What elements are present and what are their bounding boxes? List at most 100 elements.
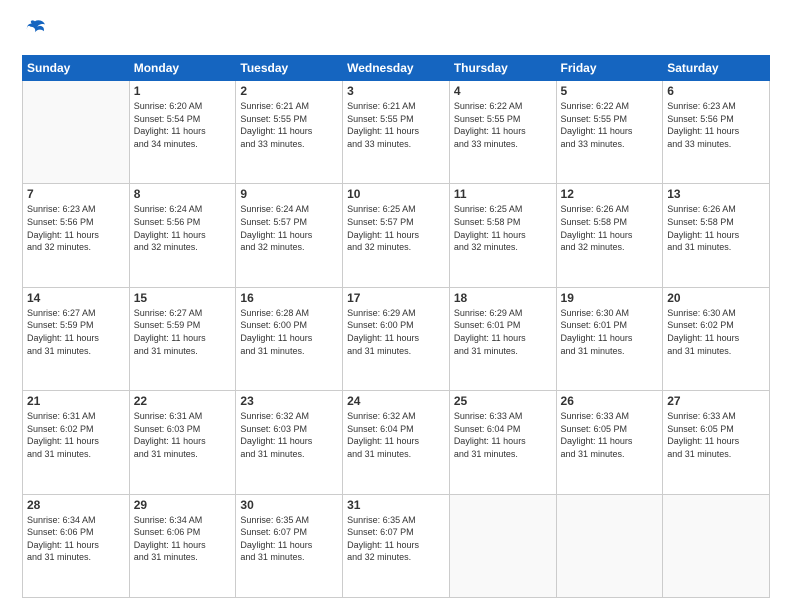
week-row-2: 14 Sunrise: 6:27 AMSunset: 5:59 PMDayligh… bbox=[23, 287, 770, 390]
calendar-cell: 16 Sunrise: 6:28 AMSunset: 6:00 PMDayligh… bbox=[236, 287, 343, 390]
calendar-cell: 5 Sunrise: 6:22 AMSunset: 5:55 PMDaylight… bbox=[556, 81, 663, 184]
calendar-cell: 29 Sunrise: 6:34 AMSunset: 6:06 PMDayligh… bbox=[129, 494, 236, 597]
day-number: 28 bbox=[27, 498, 125, 512]
weekday-header-sunday: Sunday bbox=[23, 56, 130, 81]
calendar-cell: 10Sunrise: 6:25 AMSunset: 5:57 PMDayligh… bbox=[343, 184, 450, 287]
calendar-cell: 1 Sunrise: 6:20 AMSunset: 5:54 PMDaylight… bbox=[129, 81, 236, 184]
header bbox=[22, 18, 770, 45]
calendar-cell: 7Sunrise: 6:23 AMSunset: 5:56 PMDaylight… bbox=[23, 184, 130, 287]
logo-bird-icon bbox=[24, 18, 46, 40]
weekday-header-wednesday: Wednesday bbox=[343, 56, 450, 81]
week-row-4: 28 Sunrise: 6:34 AMSunset: 6:06 PMDayligh… bbox=[23, 494, 770, 597]
day-info: Sunrise: 6:22 AMSunset: 5:55 PMDaylight:… bbox=[561, 100, 659, 150]
calendar-cell: 6 Sunrise: 6:23 AMSunset: 5:56 PMDaylight… bbox=[663, 81, 770, 184]
day-info: Sunrise: 6:26 AMSunset: 5:58 PMDaylight:… bbox=[667, 203, 765, 253]
day-number: 14 bbox=[27, 291, 125, 305]
calendar-cell: 13 Sunrise: 6:26 AMSunset: 5:58 PMDayligh… bbox=[663, 184, 770, 287]
day-number: 26 bbox=[561, 394, 659, 408]
day-info: Sunrise: 6:21 AMSunset: 5:55 PMDaylight:… bbox=[347, 100, 445, 150]
day-number: 16 bbox=[240, 291, 338, 305]
day-number: 29 bbox=[134, 498, 232, 512]
calendar-cell: 30 Sunrise: 6:35 AMSunset: 6:07 PMDayligh… bbox=[236, 494, 343, 597]
day-number: 22 bbox=[134, 394, 232, 408]
calendar-cell: 9Sunrise: 6:24 AMSunset: 5:57 PMDaylight… bbox=[236, 184, 343, 287]
calendar-cell: 19 Sunrise: 6:30 AMSunset: 6:01 PMDayligh… bbox=[556, 287, 663, 390]
day-info: Sunrise: 6:32 AMSunset: 6:04 PMDaylight:… bbox=[347, 410, 445, 460]
calendar-cell: 23 Sunrise: 6:32 AMSunset: 6:03 PMDayligh… bbox=[236, 391, 343, 494]
day-number: 18 bbox=[454, 291, 552, 305]
calendar-cell: 25 Sunrise: 6:33 AMSunset: 6:04 PMDayligh… bbox=[449, 391, 556, 494]
day-info: Sunrise: 6:33 AMSunset: 6:04 PMDaylight:… bbox=[454, 410, 552, 460]
day-info: Sunrise: 6:22 AMSunset: 5:55 PMDaylight:… bbox=[454, 100, 552, 150]
day-number: 1 bbox=[134, 84, 232, 98]
day-info: Sunrise: 6:29 AMSunset: 6:00 PMDaylight:… bbox=[347, 307, 445, 357]
calendar-cell: 20Sunrise: 6:30 AMSunset: 6:02 PMDayligh… bbox=[663, 287, 770, 390]
day-info: Sunrise: 6:23 AMSunset: 5:56 PMDaylight:… bbox=[667, 100, 765, 150]
day-info: Sunrise: 6:27 AMSunset: 5:59 PMDaylight:… bbox=[134, 307, 232, 357]
calendar-cell: 24 Sunrise: 6:32 AMSunset: 6:04 PMDayligh… bbox=[343, 391, 450, 494]
day-info: Sunrise: 6:21 AMSunset: 5:55 PMDaylight:… bbox=[240, 100, 338, 150]
calendar-cell: 26 Sunrise: 6:33 AMSunset: 6:05 PMDayligh… bbox=[556, 391, 663, 494]
weekday-header-monday: Monday bbox=[129, 56, 236, 81]
day-number: 7 bbox=[27, 187, 125, 201]
day-info: Sunrise: 6:30 AMSunset: 6:01 PMDaylight:… bbox=[561, 307, 659, 357]
day-number: 15 bbox=[134, 291, 232, 305]
day-number: 5 bbox=[561, 84, 659, 98]
day-number: 13 bbox=[667, 187, 765, 201]
logo bbox=[22, 18, 46, 45]
day-number: 21 bbox=[27, 394, 125, 408]
calendar-cell: 14 Sunrise: 6:27 AMSunset: 5:59 PMDayligh… bbox=[23, 287, 130, 390]
calendar-cell bbox=[449, 494, 556, 597]
calendar-cell: 11 Sunrise: 6:25 AMSunset: 5:58 PMDayligh… bbox=[449, 184, 556, 287]
day-info: Sunrise: 6:26 AMSunset: 5:58 PMDaylight:… bbox=[561, 203, 659, 253]
weekday-header-tuesday: Tuesday bbox=[236, 56, 343, 81]
calendar-cell: 27 Sunrise: 6:33 AMSunset: 6:05 PMDayligh… bbox=[663, 391, 770, 494]
weekday-header-friday: Friday bbox=[556, 56, 663, 81]
day-info: Sunrise: 6:32 AMSunset: 6:03 PMDaylight:… bbox=[240, 410, 338, 460]
day-info: Sunrise: 6:31 AMSunset: 6:03 PMDaylight:… bbox=[134, 410, 232, 460]
day-info: Sunrise: 6:25 AMSunset: 5:58 PMDaylight:… bbox=[454, 203, 552, 253]
day-info: Sunrise: 6:27 AMSunset: 5:59 PMDaylight:… bbox=[27, 307, 125, 357]
calendar-cell: 3 Sunrise: 6:21 AMSunset: 5:55 PMDaylight… bbox=[343, 81, 450, 184]
day-number: 24 bbox=[347, 394, 445, 408]
day-info: Sunrise: 6:31 AMSunset: 6:02 PMDaylight:… bbox=[27, 410, 125, 460]
calendar-cell: 8 Sunrise: 6:24 AMSunset: 5:56 PMDaylight… bbox=[129, 184, 236, 287]
day-number: 23 bbox=[240, 394, 338, 408]
day-info: Sunrise: 6:33 AMSunset: 6:05 PMDaylight:… bbox=[667, 410, 765, 460]
day-info: Sunrise: 6:29 AMSunset: 6:01 PMDaylight:… bbox=[454, 307, 552, 357]
calendar-cell: 18 Sunrise: 6:29 AMSunset: 6:01 PMDayligh… bbox=[449, 287, 556, 390]
day-info: Sunrise: 6:35 AMSunset: 6:07 PMDaylight:… bbox=[347, 514, 445, 564]
day-info: Sunrise: 6:25 AMSunset: 5:57 PMDaylight:… bbox=[347, 203, 445, 253]
day-info: Sunrise: 6:28 AMSunset: 6:00 PMDaylight:… bbox=[240, 307, 338, 357]
day-number: 17 bbox=[347, 291, 445, 305]
day-info: Sunrise: 6:30 AMSunset: 6:02 PMDaylight:… bbox=[667, 307, 765, 357]
calendar-cell bbox=[23, 81, 130, 184]
calendar-cell: 31 Sunrise: 6:35 AMSunset: 6:07 PMDayligh… bbox=[343, 494, 450, 597]
weekday-header-row: SundayMondayTuesdayWednesdayThursdayFrid… bbox=[23, 56, 770, 81]
week-row-1: 7Sunrise: 6:23 AMSunset: 5:56 PMDaylight… bbox=[23, 184, 770, 287]
day-number: 30 bbox=[240, 498, 338, 512]
calendar-cell: 28Sunrise: 6:34 AMSunset: 6:06 PMDayligh… bbox=[23, 494, 130, 597]
calendar-cell bbox=[556, 494, 663, 597]
day-number: 19 bbox=[561, 291, 659, 305]
day-number: 8 bbox=[134, 187, 232, 201]
calendar-cell: 12Sunrise: 6:26 AMSunset: 5:58 PMDayligh… bbox=[556, 184, 663, 287]
day-number: 3 bbox=[347, 84, 445, 98]
day-info: Sunrise: 6:24 AMSunset: 5:56 PMDaylight:… bbox=[134, 203, 232, 253]
day-info: Sunrise: 6:34 AMSunset: 6:06 PMDaylight:… bbox=[134, 514, 232, 564]
calendar-cell: 4 Sunrise: 6:22 AMSunset: 5:55 PMDaylight… bbox=[449, 81, 556, 184]
day-number: 27 bbox=[667, 394, 765, 408]
calendar-cell: 15 Sunrise: 6:27 AMSunset: 5:59 PMDayligh… bbox=[129, 287, 236, 390]
day-number: 31 bbox=[347, 498, 445, 512]
day-info: Sunrise: 6:20 AMSunset: 5:54 PMDaylight:… bbox=[134, 100, 232, 150]
day-number: 11 bbox=[454, 187, 552, 201]
day-number: 6 bbox=[667, 84, 765, 98]
weekday-header-thursday: Thursday bbox=[449, 56, 556, 81]
calendar-cell bbox=[663, 494, 770, 597]
calendar-cell: 21 Sunrise: 6:31 AMSunset: 6:02 PMDayligh… bbox=[23, 391, 130, 494]
day-number: 25 bbox=[454, 394, 552, 408]
day-number: 4 bbox=[454, 84, 552, 98]
day-info: Sunrise: 6:35 AMSunset: 6:07 PMDaylight:… bbox=[240, 514, 338, 564]
day-number: 2 bbox=[240, 84, 338, 98]
day-info: Sunrise: 6:33 AMSunset: 6:05 PMDaylight:… bbox=[561, 410, 659, 460]
